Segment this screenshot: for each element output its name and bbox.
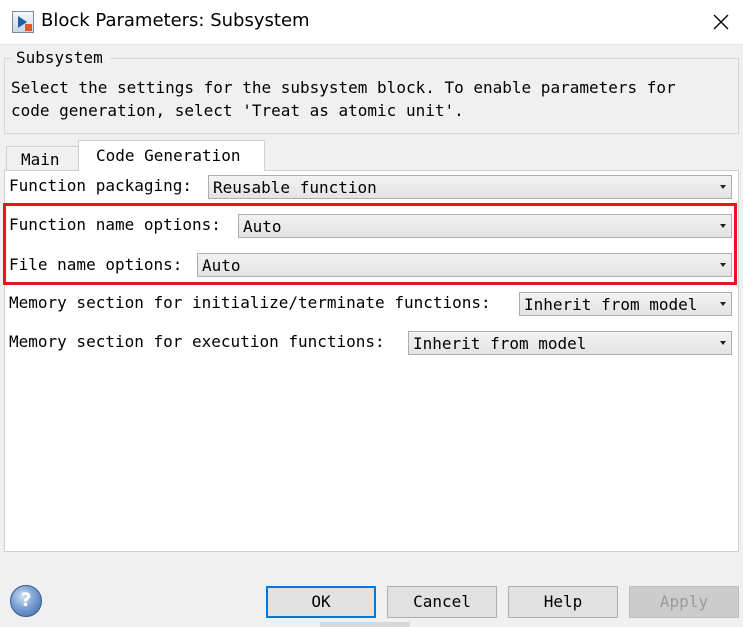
- background-window-edge: [320, 622, 410, 627]
- chevron-down-icon: [720, 224, 726, 228]
- window-title: Block Parameters: Subsystem: [41, 10, 310, 31]
- ok-button[interactable]: OK: [266, 586, 376, 618]
- tab-main[interactable]: Main: [6, 146, 80, 170]
- group-legend: Subsystem: [15, 48, 104, 67]
- function-name-options-label: Function name options:: [9, 215, 221, 234]
- title-bar: Block Parameters: Subsystem: [0, 0, 743, 44]
- group-description: Select the settings for the subsystem bl…: [11, 76, 731, 122]
- memory-execution-select[interactable]: Inherit from model: [408, 331, 732, 355]
- tab-code-generation[interactable]: Code Generation: [78, 140, 265, 171]
- help-button[interactable]: Help: [508, 586, 618, 618]
- file-name-options-value: Auto: [202, 256, 241, 275]
- file-name-options-label: File name options:: [9, 255, 183, 274]
- function-packaging-label: Function packaging:: [9, 176, 193, 195]
- title-divider: [0, 44, 743, 45]
- file-name-options-select[interactable]: Auto: [197, 253, 732, 277]
- function-name-options-value: Auto: [243, 217, 282, 236]
- description-line-1: Select the settings for the subsystem bl…: [11, 78, 676, 97]
- description-line-2: code generation, select 'Treat as atomic…: [11, 101, 464, 120]
- memory-execution-label: Memory section for execution functions:: [9, 332, 385, 351]
- memory-execution-value: Inherit from model: [413, 334, 587, 353]
- apply-button[interactable]: Apply: [629, 586, 739, 618]
- help-icon[interactable]: ?: [10, 585, 42, 617]
- function-name-options-select[interactable]: Auto: [238, 214, 732, 238]
- memory-init-term-value: Inherit from model: [524, 295, 698, 314]
- function-packaging-select[interactable]: Reusable function: [208, 175, 732, 199]
- help-icon-glyph: ?: [20, 589, 32, 611]
- chevron-down-icon: [720, 263, 726, 267]
- memory-init-term-select[interactable]: Inherit from model: [519, 292, 732, 316]
- chevron-down-icon: [720, 341, 726, 345]
- chevron-down-icon: [720, 185, 726, 189]
- cancel-button[interactable]: Cancel: [387, 586, 497, 618]
- chevron-down-icon: [720, 302, 726, 306]
- simulink-block-icon: [12, 11, 34, 33]
- memory-init-term-label: Memory section for initialize/terminate …: [9, 293, 491, 312]
- close-icon: [713, 14, 729, 30]
- function-packaging-value: Reusable function: [213, 178, 377, 197]
- close-button[interactable]: [697, 0, 743, 44]
